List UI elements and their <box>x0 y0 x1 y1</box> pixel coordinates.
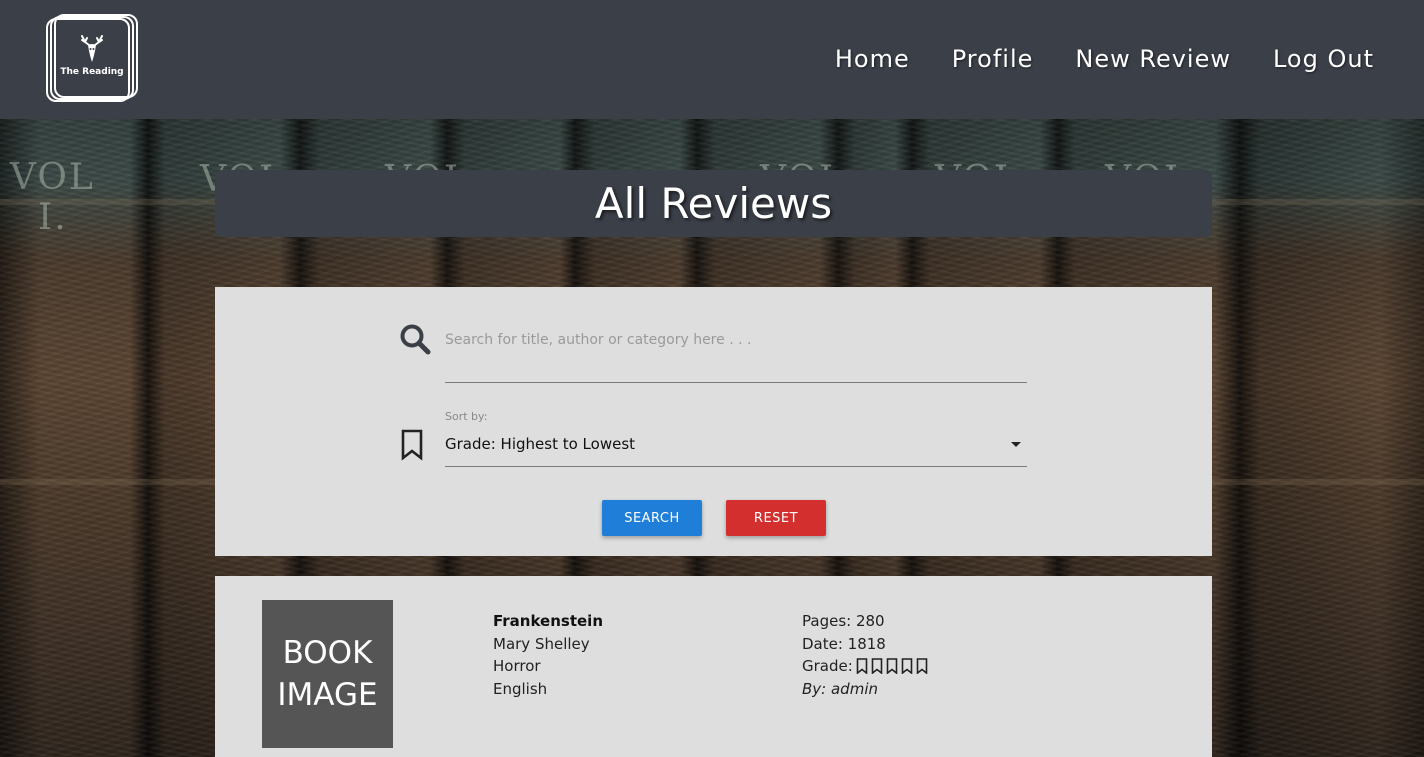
review-author-user: By: admin <box>802 679 878 698</box>
nav-profile-link[interactable]: Profile <box>910 40 1034 80</box>
review-grade: Grade: <box>802 655 928 678</box>
search-input[interactable] <box>445 319 1027 383</box>
site-logo[interactable]: The Reading <box>46 14 138 104</box>
nav-home-link[interactable]: Home <box>793 40 910 80</box>
review-card[interactable]: BOOK IMAGE Frankenstein Mary Shelley Hor… <box>215 576 1212 757</box>
dropdown-caret-icon <box>1011 442 1021 447</box>
bookmark-outline-icon <box>901 658 913 675</box>
page-title: All Reviews <box>594 179 833 228</box>
search-panel: Sort by: Grade: Highest to Lowest SEARCH… <box>215 287 1212 556</box>
deer-logo-icon <box>81 35 103 62</box>
bookmark-outline-icon <box>856 658 868 675</box>
review-book-info: Frankenstein Mary Shelley Horror English <box>493 610 603 700</box>
sort-selected-value: Grade: Highest to Lowest <box>445 435 636 453</box>
bookmark-icon <box>401 429 423 461</box>
grade-label: Grade: <box>802 657 853 675</box>
search-button[interactable]: SEARCH <box>602 500 702 536</box>
book-image-line2: IMAGE <box>277 677 378 713</box>
search-icon <box>400 324 431 355</box>
main-nav: Home Profile New Review Log Out <box>793 40 1374 80</box>
grade-icons <box>856 658 928 675</box>
sort-select[interactable]: Grade: Highest to Lowest <box>445 430 1027 467</box>
review-language: English <box>493 679 548 698</box>
book-image-placeholder: BOOK IMAGE <box>262 600 393 748</box>
review-title[interactable]: Frankenstein <box>493 610 603 633</box>
logo-text: The Reading <box>60 67 124 77</box>
review-pages: Pages: 280 <box>802 612 885 630</box>
review-meta: Pages: 280 Date: 1818 Grade: By: admin <box>802 610 928 700</box>
review-category: Horror <box>493 657 541 675</box>
bookmark-outline-icon <box>886 658 898 675</box>
review-author: Mary Shelley <box>493 634 590 653</box>
bookmark-outline-icon <box>871 658 883 675</box>
page-title-banner: All Reviews <box>215 170 1212 237</box>
bookmark-outline-icon <box>916 658 928 675</box>
reset-button[interactable]: RESET <box>726 500 826 536</box>
nav-logout-link[interactable]: Log Out <box>1231 40 1374 80</box>
top-navbar: The Reading Home Profile New Review Log … <box>0 0 1424 119</box>
book-image-line1: BOOK <box>282 635 373 671</box>
review-date: Date: 1818 <box>802 634 886 653</box>
sort-label: Sort by: <box>445 410 488 423</box>
nav-new-review-link[interactable]: New Review <box>1033 40 1231 80</box>
